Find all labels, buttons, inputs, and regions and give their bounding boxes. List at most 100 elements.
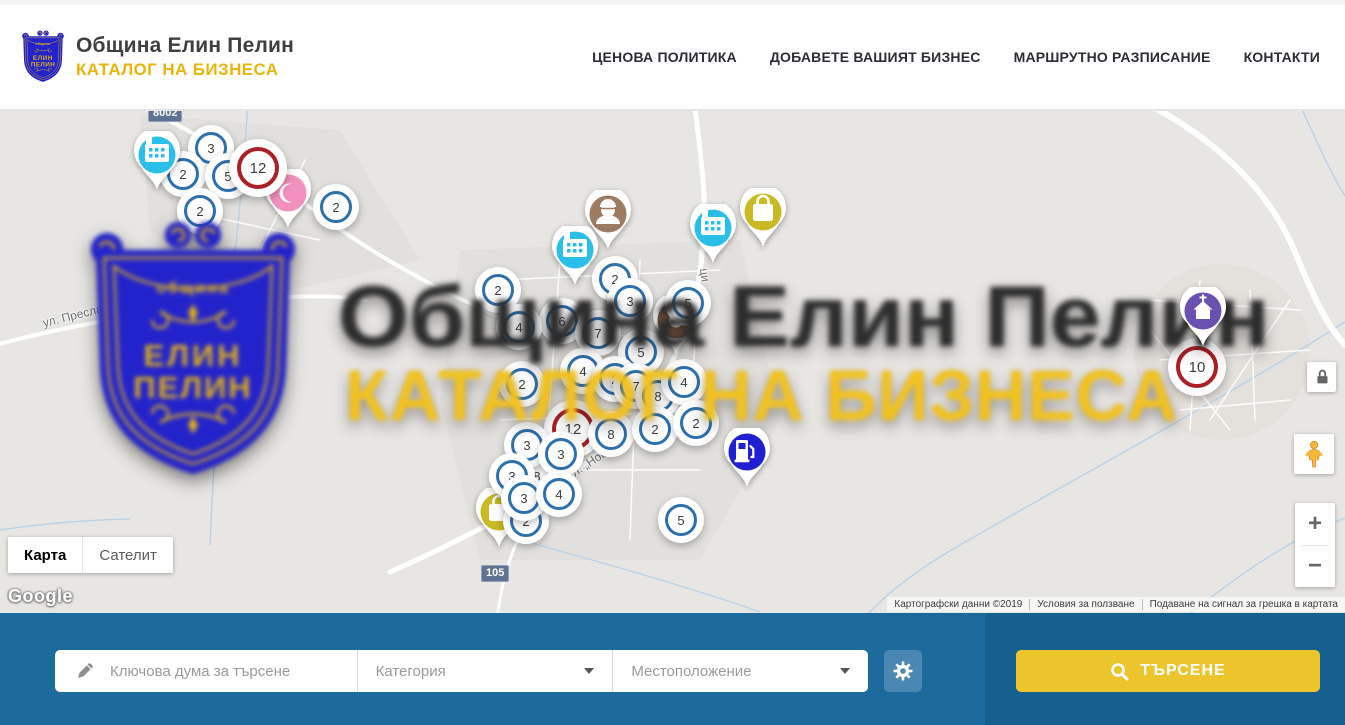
logo-text: Община Елин Пелин КАТАЛОГ НА БИЗНЕСА [76, 34, 294, 80]
nav-link[interactable]: КОНТАКТИ [1244, 49, 1320, 65]
cluster-count: 5 [637, 345, 644, 360]
zoom-in-button[interactable]: + [1295, 504, 1335, 545]
cluster-count: 4 [680, 375, 687, 390]
municipality-crest-icon: община ЕЛИН ПЕЛИН [22, 28, 64, 86]
map-type-map-button[interactable]: Карта [8, 537, 82, 573]
map-type-satellite-button[interactable]: Сателит [82, 537, 173, 573]
map-attribution-link[interactable]: Условия за ползване [1029, 599, 1141, 610]
nav-link[interactable]: ЦЕНОВА ПОЛИТИКА [592, 49, 737, 65]
cluster-count: 3 [207, 141, 214, 156]
cluster-marker[interactable]: 3 [511, 429, 543, 461]
pencil-icon [75, 661, 95, 681]
search-button[interactable]: ТЪРСЕНЕ [1016, 650, 1320, 692]
poi-marker[interactable] [739, 188, 787, 248]
keyword-search-input[interactable] [108, 662, 348, 681]
cluster-count: 2 [518, 377, 525, 392]
cluster-marker[interactable]: 3 [614, 285, 646, 317]
cluster-marker[interactable]: 8 [595, 418, 627, 450]
cluster-marker[interactable]: 4 [668, 366, 700, 398]
cluster-count: 6 [558, 314, 565, 329]
cluster-count: 10 [1189, 359, 1206, 376]
cluster-count: 12 [565, 421, 582, 438]
top-strip [0, 0, 1345, 5]
search-button-label: ТЪРСЕНЕ [1140, 662, 1225, 680]
map-canvas[interactable]: 325122222356475422784128228333234510 ул.… [0, 111, 1345, 613]
map-copyright-text: Картографски данни ©2019 [887, 599, 1029, 610]
cluster-count: 8 [533, 469, 540, 484]
pegman-control[interactable] [1294, 434, 1334, 474]
cluster-marker[interactable]: 4 [567, 355, 599, 387]
poi-marker[interactable] [133, 131, 181, 191]
cluster-count: 3 [626, 294, 633, 309]
map-attribution: Картографски данни ©2019Условия за ползв… [887, 597, 1345, 612]
cluster-marker[interactable]: 10 [1176, 346, 1218, 388]
cluster-marker[interactable]: 3 [508, 482, 540, 514]
main-nav: ЦЕНОВА ПОЛИТИКА ДОБАВЕТЕ ВАШИЯТ БИЗНЕС МАР… [592, 49, 1345, 65]
cluster-count: 4 [555, 487, 562, 502]
cluster-marker[interactable]: 5 [625, 336, 657, 368]
location-select[interactable]: Местоположение [613, 650, 868, 692]
cluster-marker[interactable]: 7 [582, 317, 614, 349]
keyword-cell [55, 650, 357, 692]
cluster-marker[interactable]: 5 [672, 287, 704, 319]
cluster-marker[interactable]: 5 [665, 504, 697, 536]
cluster-count: 3 [508, 469, 515, 484]
poi-marker[interactable] [1179, 287, 1227, 347]
cluster-count: 2 [196, 204, 203, 219]
search-icon [1110, 662, 1129, 681]
zoom-control: + − [1295, 503, 1335, 587]
map-type-control: Карта Сателит [8, 537, 173, 573]
advanced-settings-button[interactable] [884, 650, 922, 692]
site-title: Община Елин Пелин [76, 34, 294, 58]
cluster-count: 2 [651, 422, 658, 437]
cluster-marker[interactable]: 4 [543, 478, 575, 510]
cluster-count: 3 [557, 447, 564, 462]
crest-word-pelin: ПЕЛИН [31, 61, 55, 68]
poi-marker[interactable] [723, 428, 771, 488]
header: община ЕЛИН ПЕЛИН Община Елин Пелин КАТА… [0, 5, 1345, 110]
chevron-down-icon [840, 668, 850, 674]
cluster-count: 3 [523, 438, 530, 453]
cluster-count: 5 [224, 169, 231, 184]
cluster-count: 5 [684, 296, 691, 311]
nav-link[interactable]: МАРШРУТНО РАЗПИСАНИЕ [1014, 49, 1211, 65]
google-logo[interactable]: Google [8, 586, 73, 607]
cluster-count: 5 [677, 513, 684, 528]
site-logo[interactable]: община ЕЛИН ПЕЛИН Община Елин Пелин КАТА… [22, 28, 294, 86]
chevron-down-icon [584, 668, 594, 674]
map-roads [0, 111, 1345, 613]
lock-icon [1311, 366, 1333, 388]
cluster-marker[interactable]: 3 [195, 132, 227, 164]
cluster-marker[interactable]: 6 [546, 305, 578, 337]
cluster-count: 12 [250, 160, 267, 177]
cluster-count: 2 [611, 272, 618, 287]
zoom-out-button[interactable]: − [1295, 546, 1335, 587]
page: 325122222356475422784128228333234510 ул.… [0, 0, 1345, 725]
cluster-marker[interactable]: 2 [639, 413, 671, 445]
cluster-marker[interactable]: 2 [680, 407, 712, 439]
cluster-marker[interactable]: 2 [482, 274, 514, 306]
nav-link[interactable]: ДОБАВЕТЕ ВАШИЯТ БИЗНЕС [770, 49, 981, 65]
street-view-lock-button[interactable] [1307, 362, 1336, 392]
cluster-count: 4 [515, 320, 522, 335]
cluster-marker[interactable]: 2 [320, 191, 352, 223]
cluster-count: 3 [520, 491, 527, 506]
category-select-value: Категория [376, 663, 446, 680]
site-subtitle: КАТАЛОГ НА БИЗНЕСА [76, 60, 294, 80]
search-input-group: Категория Местоположение [55, 650, 868, 692]
cluster-count: 4 [579, 364, 586, 379]
map-inner: 325122222356475422784128228333234510 ул.… [0, 111, 1345, 613]
cluster-marker[interactable]: 2 [506, 368, 538, 400]
cluster-marker[interactable]: 3 [545, 438, 577, 470]
cluster-marker[interactable]: 12 [237, 147, 279, 189]
map-attribution-link[interactable]: Подаване на сигнал за грешка в картата [1142, 599, 1345, 610]
poi-marker[interactable] [551, 226, 599, 286]
cluster-marker[interactable]: 2 [184, 195, 216, 227]
poi-marker[interactable] [689, 204, 737, 264]
cluster-count: 2 [692, 416, 699, 431]
cluster-count: 7 [632, 379, 639, 394]
cluster-marker[interactable]: 4 [503, 311, 535, 343]
cluster-count: 2 [494, 283, 501, 298]
road-number-badge: 105 [481, 565, 509, 582]
category-select[interactable]: Категория [358, 650, 613, 692]
